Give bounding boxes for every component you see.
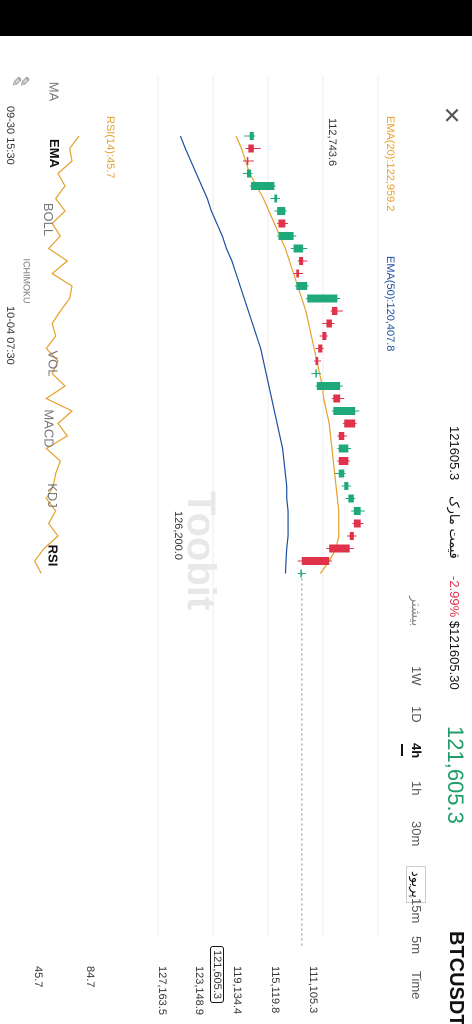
candle-body: [315, 369, 317, 378]
candle-body: [338, 432, 345, 440]
active-tab-underline: [401, 744, 403, 756]
indicator-column: MA EMA BOLL ICHIMOKU VOL MACD KDJ RSI: [0, 36, 80, 1024]
more-button[interactable]: بیشتر: [408, 596, 424, 626]
price-usd: $121605.30: [447, 621, 462, 690]
tab-1d[interactable]: 1D: [409, 706, 424, 723]
candle-body: [274, 194, 278, 203]
indicator-ema[interactable]: EMA: [47, 139, 62, 168]
candle-body: [248, 144, 254, 153]
current-price-tag: 121,605.3: [210, 946, 224, 1003]
candle-body: [348, 494, 354, 503]
ema50-legend: EMA(50):120,407.8: [384, 256, 396, 352]
y-tick: 123,148.9: [193, 966, 205, 1015]
tab-5m[interactable]: 5m: [409, 936, 424, 954]
candle-body: [344, 482, 349, 490]
candle-body: [333, 407, 356, 415]
indicator-boll[interactable]: BOLL: [41, 203, 56, 236]
y-tick: 127,163.5: [156, 966, 168, 1015]
mark-price-label: قیمت مارک: [447, 496, 462, 559]
tab-30m[interactable]: 30m: [409, 821, 424, 846]
timeframe-bar: بیشتر 1W 1D 4h 1h 30m پریود 15m 5m Time: [398, 36, 432, 1024]
y-tick: 115,119.8: [269, 966, 281, 1014]
candle-body: [315, 357, 319, 365]
close-icon[interactable]: ✕: [438, 106, 464, 124]
candle-body: [338, 457, 349, 465]
indicator-ma[interactable]: MA: [46, 82, 61, 102]
indicator-rsi[interactable]: RSI: [45, 545, 60, 567]
candle-body: [278, 232, 294, 240]
high-label: 126,200.0: [172, 511, 184, 560]
candle-body: [246, 169, 252, 178]
candle-body: [251, 182, 275, 190]
candle-body: [296, 269, 300, 278]
y-tick: 111,105.3: [307, 966, 319, 1014]
candle-body: [278, 219, 286, 228]
candle-body: [318, 344, 323, 353]
candle-body: [338, 469, 345, 478]
candle-body: [353, 507, 361, 515]
tab-time[interactable]: Time: [409, 971, 424, 999]
indicator-vol[interactable]: VOL: [46, 350, 61, 376]
candle-body: [299, 257, 304, 265]
candle-body: [333, 394, 341, 403]
candle-body: [338, 444, 349, 453]
rsi-legend: RSI(14):45.7: [104, 116, 116, 179]
candle-body: [296, 282, 308, 290]
candle-body: [329, 544, 350, 553]
candle-body: [349, 532, 354, 540]
candle-body: [293, 244, 304, 253]
candle-body: [316, 382, 341, 390]
tab-1w[interactable]: 1W: [409, 666, 424, 686]
mark-price: 121605.3: [447, 426, 462, 481]
change-percent: -2.99%: [447, 576, 462, 618]
tab-15m[interactable]: 15m: [409, 898, 424, 923]
tab-4h[interactable]: 4h: [409, 743, 424, 758]
last-price: 121,605.3: [443, 726, 468, 824]
low-label: 112,743.6: [326, 118, 338, 167]
candle-body: [301, 557, 330, 565]
tab-1h[interactable]: 1h: [409, 781, 424, 795]
ema20-legend: EMA(20):122,959.2: [384, 116, 396, 212]
indicator-macd[interactable]: MACD: [42, 409, 57, 447]
candle-body: [331, 307, 338, 315]
candle-body: [353, 519, 361, 528]
symbol-title: BTCUSDT: [445, 931, 467, 1024]
indicator-ichimoku[interactable]: ICHIMOKU: [22, 259, 32, 304]
candle-body: [344, 419, 356, 428]
candle-body: [326, 319, 332, 328]
indicator-kdj[interactable]: KDJ: [45, 483, 60, 508]
y-tick: 119,134.4: [231, 966, 243, 1015]
candle-body: [307, 294, 338, 303]
watermark-logo: Toobit: [179, 491, 223, 611]
candlestick-chart[interactable]: [98, 36, 398, 1024]
candle-body: [246, 157, 249, 165]
candle-body: [277, 207, 286, 215]
candle-body: [322, 332, 327, 340]
header: ✕ 121605.3 قیمت مارک -2.99% $121605.30 1…: [432, 36, 472, 1024]
candle-body: [249, 132, 254, 140]
